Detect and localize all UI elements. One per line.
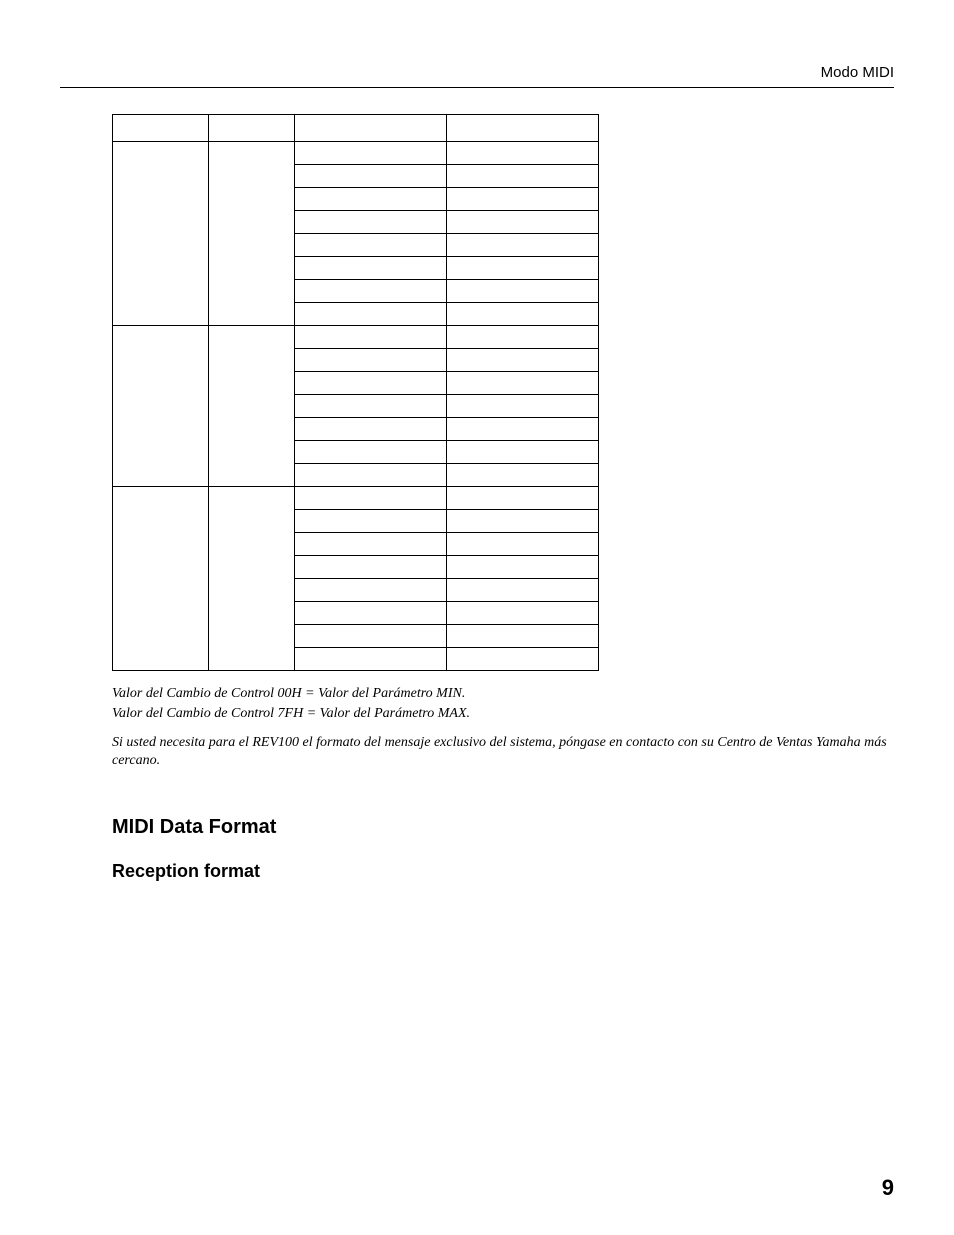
table-cell [295,142,447,165]
table-cell [295,602,447,625]
table-cell [295,326,447,349]
table-cell [295,510,447,533]
table-cell [447,234,599,257]
table-cell [447,487,599,510]
midi-parameter-table [112,114,599,671]
table-cell [295,648,447,671]
table-header-cell [447,115,599,142]
table-cell [295,533,447,556]
table-cell [295,165,447,188]
table-cell [447,349,599,372]
table-cell [295,349,447,372]
table-cell [447,326,599,349]
table-cell [447,188,599,211]
table-cell [447,418,599,441]
note-min: Valor del Cambio de Control 00H = Valor … [112,685,894,703]
table-cell [447,142,599,165]
table-cell [447,372,599,395]
table-header-cell [295,115,447,142]
section-label: Modo MIDI [821,64,894,81]
midi-table-container [112,114,894,671]
page: Modo MIDI Valor del Cambio de Control 00… [0,0,954,1235]
page-header: Modo MIDI [60,64,894,88]
table-cell [447,579,599,602]
table-cell [295,372,447,395]
table-cell [295,556,447,579]
table-cell [295,303,447,326]
table-cell [295,395,447,418]
heading-reception-format: Reception format [112,861,894,882]
table-cell [447,556,599,579]
table-cell [447,165,599,188]
table-cell [447,395,599,418]
table-group-col2 [209,142,295,326]
note-max: Valor del Cambio de Control 7FH = Valor … [112,705,894,723]
table-group-col1 [113,142,209,326]
table-cell [447,533,599,556]
table-cell [295,418,447,441]
table-cell [295,579,447,602]
table-cell [295,464,447,487]
page-number: 9 [882,1175,894,1201]
sysex-note: Si usted necesita para el REV100 el form… [112,734,894,770]
table-group-col1 [113,326,209,487]
table-cell [447,602,599,625]
control-change-notes: Valor del Cambio de Control 00H = Valor … [112,685,894,722]
table-cell [447,510,599,533]
table-cell [447,625,599,648]
table-cell [295,234,447,257]
table-cell [295,188,447,211]
table-group-col1 [113,487,209,671]
table-cell [447,464,599,487]
table-cell [295,487,447,510]
table-cell [447,280,599,303]
table-header-cell [113,115,209,142]
table-group-col2 [209,326,295,487]
table-cell [295,625,447,648]
table-cell [295,257,447,280]
table-cell [447,441,599,464]
table-cell [295,441,447,464]
table-cell [447,303,599,326]
heading-midi-data-format: MIDI Data Format [112,816,894,839]
table-cell [295,211,447,234]
table-cell [447,257,599,280]
table-cell [447,211,599,234]
table-cell [447,648,599,671]
table-cell [295,280,447,303]
table-header-cell [209,115,295,142]
table-group-col2 [209,487,295,671]
